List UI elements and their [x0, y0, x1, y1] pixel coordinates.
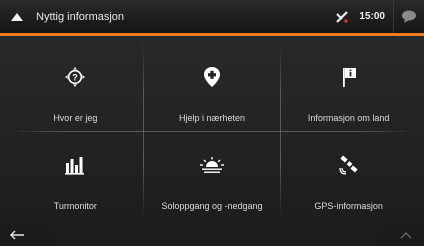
header-accent-line: [0, 33, 424, 36]
location-question-icon: ?: [61, 63, 89, 91]
trip-monitor-bars-icon: [61, 151, 89, 179]
chevron-up-icon: [400, 232, 412, 239]
tile-sunrise-sunset[interactable]: Soloppgang og -nedgang: [144, 131, 281, 219]
gps-status-icon[interactable]: [331, 7, 353, 27]
satellite-icon: [335, 151, 363, 179]
scroll-up-button[interactable]: [372, 224, 424, 246]
menu-up-button[interactable]: [0, 0, 34, 33]
tile-where-am-i[interactable]: ? Hvor er jeg: [7, 43, 144, 131]
app-frame: Nyttig informasjon 15:00 ? Hvor er jeg H…: [0, 0, 424, 246]
tile-label: Informasjon om land: [307, 113, 390, 123]
tile-label: Soloppgang og -nedgang: [161, 201, 263, 211]
grid-divider: [7, 131, 417, 132]
bottom-bar: [0, 224, 424, 246]
info-grid: ? Hvor er jeg Hjelp i nærheten Informasj…: [7, 43, 417, 219]
tile-country-info[interactable]: Informasjon om land: [280, 43, 417, 131]
tile-label: Hjelp i nærheten: [178, 113, 246, 123]
svg-text:?: ?: [73, 73, 79, 83]
tile-gps-info[interactable]: GPS-informasjon: [280, 131, 417, 219]
country-info-flag-icon: [335, 63, 363, 91]
page-title: Nyttig informasjon: [36, 10, 125, 23]
status-area: 15:00: [331, 0, 424, 33]
tile-label: Turmonitor: [53, 201, 97, 211]
arrow-left-icon: [10, 230, 24, 240]
sunrise-sunset-icon: [198, 151, 226, 179]
tile-trip-monitor[interactable]: Turmonitor: [7, 131, 144, 219]
chevron-up-icon: [11, 12, 23, 21]
header-bar: Nyttig informasjon 15:00: [0, 0, 424, 33]
tile-label: GPS-informasjon: [314, 201, 383, 211]
message-button[interactable]: [393, 0, 424, 33]
tile-help-nearby[interactable]: Hjelp i nærheten: [144, 43, 281, 131]
back-button[interactable]: [0, 224, 60, 246]
clock-time: 15:00: [359, 11, 385, 22]
tile-label: Hvor er jeg: [53, 113, 98, 123]
speech-bubble-icon: [402, 10, 416, 23]
help-pin-icon: [198, 63, 226, 91]
